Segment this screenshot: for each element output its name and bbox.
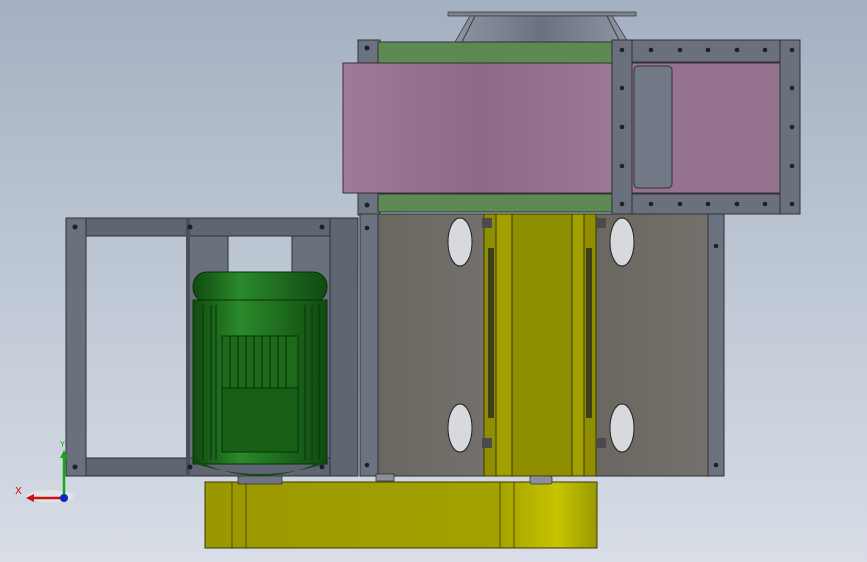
z-axis-marker	[60, 494, 68, 502]
electric-motor[interactable]	[192, 271, 328, 485]
x-axis-label: X	[15, 486, 22, 497]
y-axis-label: Y	[60, 440, 65, 449]
model-drawing	[26, 11, 801, 549]
yellow-base[interactable]	[204, 473, 598, 549]
scroll-housing[interactable]	[342, 62, 781, 194]
inlet-cone[interactable]	[447, 11, 637, 43]
center-shaft-tower[interactable]	[482, 213, 606, 477]
cad-viewport[interactable]: X Y	[0, 0, 867, 562]
